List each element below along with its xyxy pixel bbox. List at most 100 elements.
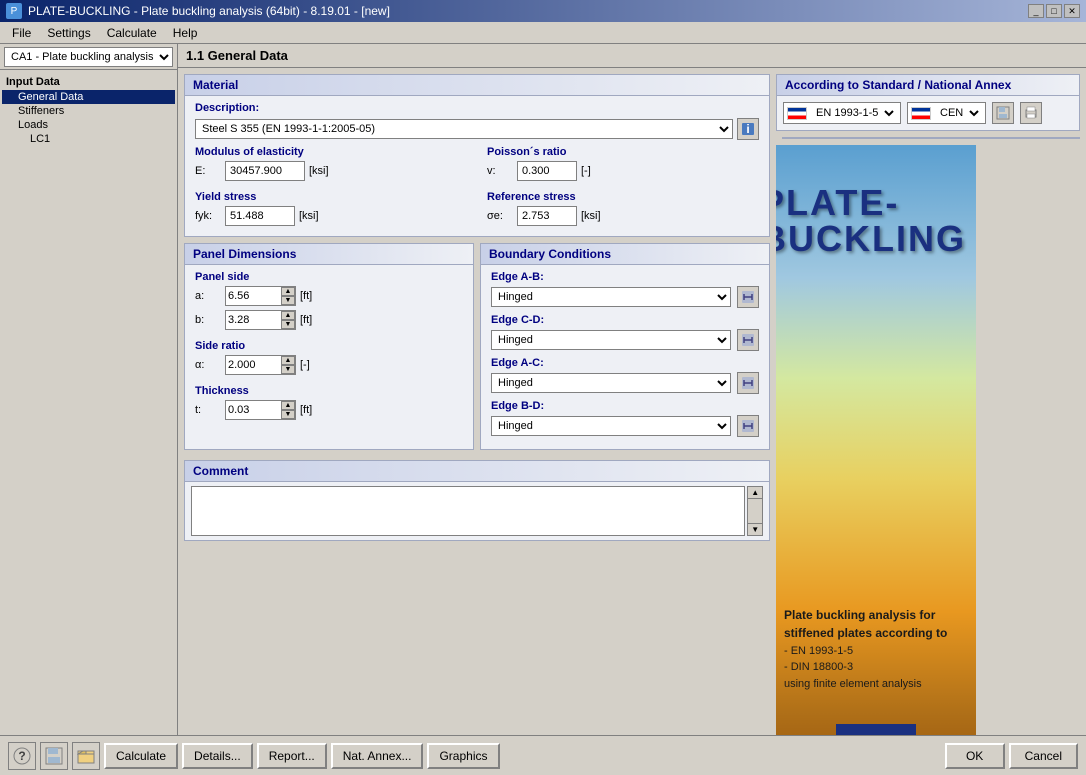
standard-body: EN 1993-1-5 CEN <box>777 96 1079 130</box>
standard-print-button[interactable] <box>1020 102 1042 124</box>
report-button[interactable]: Report... <box>257 743 327 769</box>
maximize-button[interactable]: □ <box>1046 4 1062 18</box>
minimize-button[interactable]: _ <box>1028 4 1044 18</box>
edge-cd-button[interactable] <box>737 329 759 351</box>
edge-bd-select[interactable]: HingedFixedFree <box>491 416 731 436</box>
edge-ab-button[interactable] <box>737 286 759 308</box>
svg-text:i: i <box>746 122 749 136</box>
description-icon-button[interactable]: i <box>737 118 759 140</box>
material-panel: Material Description: Steel S 355 (EN 19… <box>184 74 770 237</box>
v-input[interactable] <box>517 161 577 181</box>
toolbar-btn-1[interactable]: ? <box>8 742 36 770</box>
a-row: a: ▲ ▼ [ft] <box>195 286 463 306</box>
e-row: E: [ksi] <box>195 161 467 181</box>
sigma-input[interactable] <box>517 206 577 226</box>
toolbar-btn-2[interactable] <box>40 742 68 770</box>
scrollbar-down[interactable]: ▼ <box>748 523 762 535</box>
standard-save-button[interactable] <box>992 102 1014 124</box>
description-row: Description: <box>195 102 759 114</box>
v-label: v: <box>487 165 517 177</box>
b-row: b: ▲ ▼ [ft] <box>195 310 463 330</box>
boundary-panel-header: Boundary Conditions <box>481 244 769 265</box>
fyk-input[interactable] <box>225 206 295 226</box>
tree-item-stiffeners[interactable]: Stiffeners <box>2 104 175 118</box>
toolbar-btn-3[interactable] <box>72 742 100 770</box>
fyk-label: fyk: <box>195 210 225 222</box>
a-spinbox-btns: ▲ ▼ <box>281 287 295 305</box>
a-spinbox[interactable]: ▲ ▼ <box>225 286 296 306</box>
right-content: According to Standard / National Annex E… <box>776 68 1086 735</box>
menu-help[interactable]: Help <box>165 24 206 42</box>
edge-ac-select[interactable]: HingedFixedFree <box>491 373 731 393</box>
section-header: 1.1 General Data <box>178 44 1086 68</box>
alpha-up-btn[interactable]: ▲ <box>281 356 295 365</box>
material-panel-body: Description: Steel S 355 (EN 1993-1-1:20… <box>185 96 769 236</box>
tree-subitem-lc1[interactable]: LC1 <box>2 132 175 146</box>
standard-select[interactable]: EN 1993-1-5 <box>810 103 897 123</box>
save-icon <box>996 106 1010 120</box>
e-label: E: <box>195 165 225 177</box>
b-label: b: <box>195 314 225 326</box>
material-two-col: Modulus of elasticity E: [ksi] Poisson´s… <box>195 146 759 185</box>
edge-bd-button[interactable] <box>737 415 759 437</box>
standard-panel-header: According to Standard / National Annex <box>777 75 1079 96</box>
ca-dropdown-select[interactable]: CA1 - Plate buckling analysis <box>4 47 173 67</box>
alpha-spinbox-btns: ▲ ▼ <box>281 356 295 374</box>
alpha-down-btn[interactable]: ▼ <box>281 365 295 374</box>
save-disk-icon <box>45 747 63 765</box>
nat-annex-button[interactable]: Nat. Annex... <box>331 743 424 769</box>
print-icon <box>1024 106 1038 120</box>
annex-select[interactable]: CEN <box>934 103 982 123</box>
t-spinbox[interactable]: ▲ ▼ <box>225 400 296 420</box>
comment-panel: Comment ▲ ▼ <box>184 460 770 541</box>
t-down-btn[interactable]: ▼ <box>281 410 295 419</box>
open-icon <box>77 747 95 765</box>
a-unit: [ft] <box>300 290 312 302</box>
calculate-button[interactable]: Calculate <box>104 743 178 769</box>
sigma-label: σe: <box>487 210 517 222</box>
t-input[interactable] <box>226 401 281 419</box>
ca-dropdown-row: CA1 - Plate buckling analysis <box>0 44 177 70</box>
ref-col: Reference stress σe: [ksi] <box>487 191 759 230</box>
alpha-input[interactable] <box>226 356 281 374</box>
e-input[interactable] <box>225 161 305 181</box>
edge-ac-button[interactable] <box>737 372 759 394</box>
graphics-button[interactable]: Graphics <box>427 743 499 769</box>
annex-select-container: CEN <box>907 102 986 124</box>
bottom-left: ? <box>8 742 100 770</box>
tree-item-general-data[interactable]: General Data <box>2 90 175 104</box>
ok-button[interactable]: OK <box>945 743 1005 769</box>
poisson-label: Poisson´s ratio <box>487 146 759 158</box>
b-spinbox[interactable]: ▲ ▼ <box>225 310 296 330</box>
menu-bar: File Settings Calculate Help <box>0 22 1086 44</box>
v-unit: [-] <box>581 165 591 177</box>
menu-settings[interactable]: Settings <box>39 24 98 42</box>
a-down-btn[interactable]: ▼ <box>281 296 295 305</box>
t-up-btn[interactable]: ▲ <box>281 401 295 410</box>
comment-textarea[interactable] <box>191 486 745 536</box>
edge-cd-select[interactable]: HingedFixedFree <box>491 330 731 350</box>
standard-panel: According to Standard / National Annex E… <box>776 74 1080 131</box>
edge-ab-icon <box>741 290 755 304</box>
a-up-btn[interactable]: ▲ <box>281 287 295 296</box>
b-down-btn[interactable]: ▼ <box>281 320 295 329</box>
scrollbar-up[interactable]: ▲ <box>748 487 762 499</box>
description-select[interactable]: Steel S 355 (EN 1993-1-1:2005-05) <box>195 119 733 139</box>
cancel-button[interactable]: Cancel <box>1009 743 1078 769</box>
lower-panels-row: Panel Dimensions Panel side a: ▲ ▼ <box>184 243 770 450</box>
comment-panel-body: ▲ ▼ <box>185 482 769 540</box>
details-button[interactable]: Details... <box>182 743 253 769</box>
b-input[interactable] <box>226 311 281 329</box>
thickness-label: Thickness <box>195 385 463 397</box>
yield-label: Yield stress <box>195 191 467 203</box>
tree-item-loads[interactable]: Loads <box>2 118 175 132</box>
alpha-spinbox[interactable]: ▲ ▼ <box>225 355 296 375</box>
comment-scrollbar[interactable]: ▲ ▼ <box>747 486 763 536</box>
b-up-btn[interactable]: ▲ <box>281 311 295 320</box>
close-button[interactable]: ✕ <box>1064 4 1080 18</box>
a-input[interactable] <box>226 287 281 305</box>
t-row: t: ▲ ▼ [ft] <box>195 400 463 420</box>
edge-ab-select[interactable]: HingedFixedFree <box>491 287 731 307</box>
menu-calculate[interactable]: Calculate <box>99 24 165 42</box>
menu-file[interactable]: File <box>4 24 39 42</box>
